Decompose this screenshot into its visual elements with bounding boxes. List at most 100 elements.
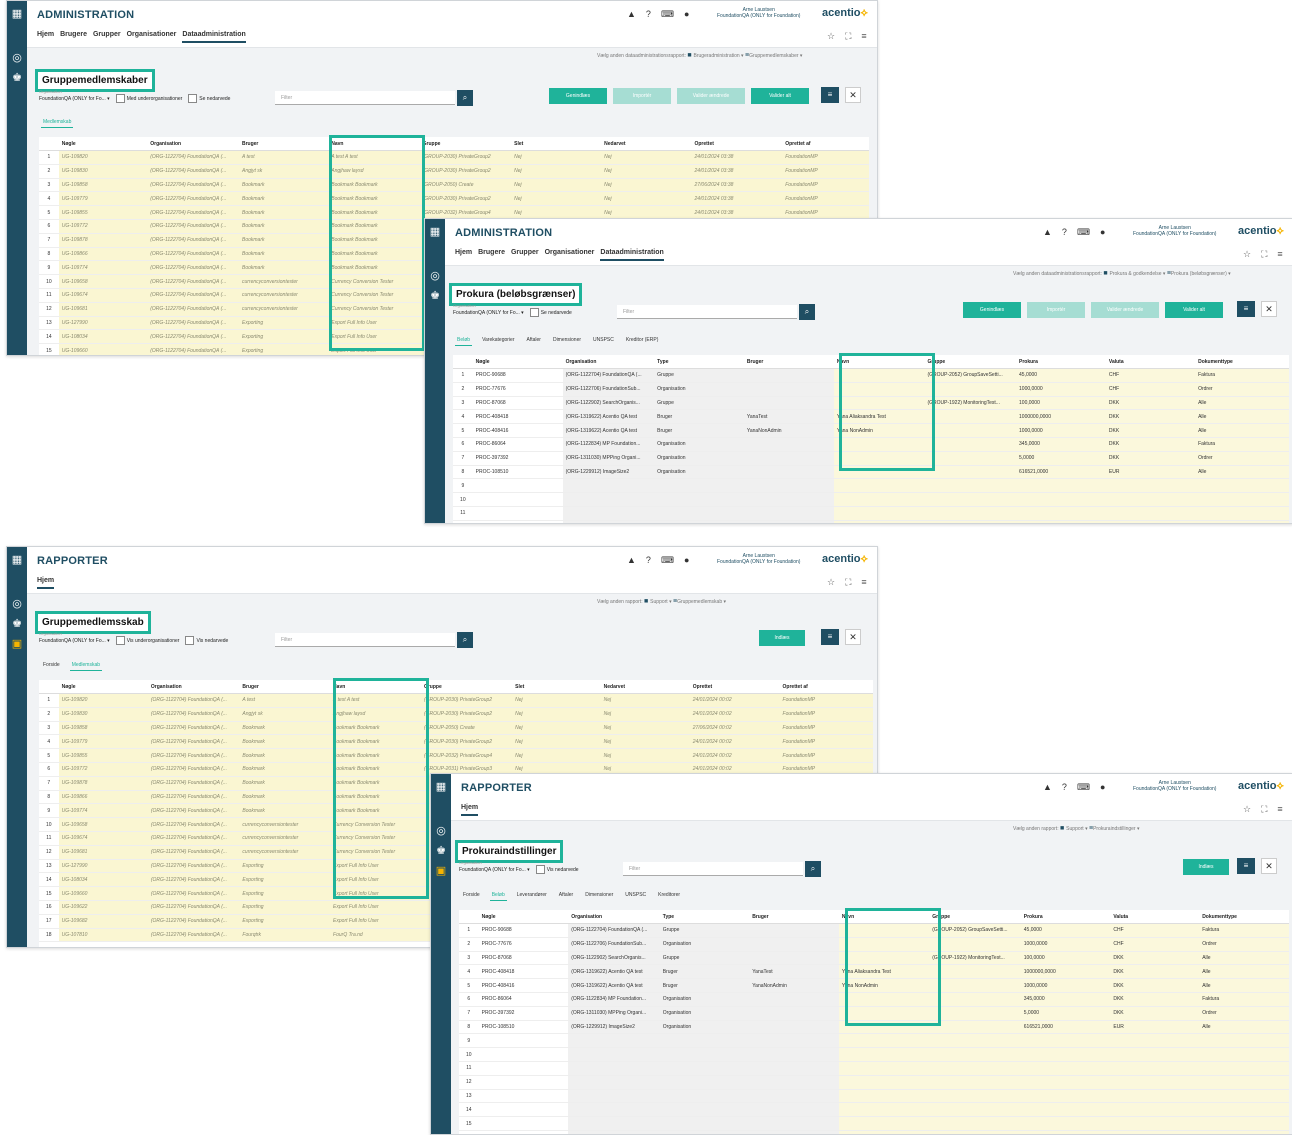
cell-nøgle[interactable]: UG-109858: [58, 721, 148, 736]
column-header-navn[interactable]: Navn: [833, 355, 925, 369]
cell-nøgle[interactable]: UG-107810: [58, 928, 148, 943]
cell-type[interactable]: [659, 1102, 750, 1118]
excel-icon[interactable]: ▣: [10, 637, 24, 651]
cell-nøgle[interactable]: PROC-397392: [472, 451, 563, 466]
cell-navn[interactable]: [838, 1061, 930, 1076]
cell-bruger[interactable]: Bookmark: [239, 762, 331, 777]
cell-dokumenttype[interactable]: Faktura: [1195, 368, 1289, 383]
menu-icon[interactable]: ≡: [1277, 804, 1282, 814]
cell-gruppe[interactable]: [924, 409, 1017, 425]
cell-gruppe[interactable]: [924, 492, 1017, 507]
tab-varekategorier[interactable]: Varekategorier: [480, 335, 516, 345]
cell-type[interactable]: Organisation: [654, 437, 744, 452]
cell-organisation[interactable]: (ORG-1229912) ImageSize2: [568, 1020, 660, 1035]
cell-bruger[interactable]: [743, 437, 834, 452]
cell-gruppe[interactable]: [924, 478, 1017, 494]
cell-valuta[interactable]: DKK: [1105, 437, 1196, 452]
cell-nøgle[interactable]: [478, 1033, 569, 1049]
cell-navn[interactable]: Yana Aliaksandra Test: [833, 409, 925, 425]
cell-gruppe[interactable]: (GROUP-1922) MonitoringTest...: [924, 396, 1017, 411]
cell-oprettet[interactable]: 24/01/2024 03:38: [691, 191, 783, 207]
cell-nøgle[interactable]: [478, 1102, 569, 1118]
cell-nøgle[interactable]: [472, 506, 563, 521]
checkbox-1[interactable]: [185, 636, 195, 645]
cell-navn[interactable]: [833, 451, 925, 466]
cell-oprettet-af[interactable]: FoundationMP: [779, 707, 873, 722]
report-category-select[interactable]: Prokura & godkendelse: [1110, 271, 1162, 277]
cell-organisation[interactable]: (ORG-1122704) FoundationQA (...: [147, 302, 239, 317]
cell-nøgle[interactable]: UG-109660: [58, 343, 148, 355]
apps-icon[interactable]: ▦: [428, 225, 442, 239]
cell-prokura[interactable]: 616521,0000: [1020, 1020, 1111, 1035]
cell-bruger[interactable]: Exporting: [239, 900, 331, 915]
cell-organisation[interactable]: (ORG-1122704) FoundationQA (...: [147, 845, 240, 860]
cell-type[interactable]: Bruger: [654, 423, 744, 438]
cell-type[interactable]: Gruppe: [654, 396, 744, 411]
action-button-valider-alt[interactable]: Valider alt: [1165, 302, 1223, 318]
cell-navn[interactable]: Bookmark Bookmark: [328, 233, 420, 248]
table-row[interactable]: 8 PROC-108510 (ORG-1229912) ImageSize2 Orga…: [453, 465, 1289, 480]
cell-nøgle[interactable]: UG-109774: [58, 260, 148, 276]
cell-navn[interactable]: Currency Conversion Tester: [330, 817, 421, 832]
cell-organisation[interactable]: (ORG-1122704) FoundationQA (...: [147, 776, 240, 791]
cell-nøgle[interactable]: UG-108034: [58, 872, 148, 888]
cell-dokumenttype[interactable]: [1199, 1116, 1289, 1131]
cell-nøgle[interactable]: UG-109830: [58, 707, 148, 722]
cell-nøgle[interactable]: PROC-408416: [472, 423, 563, 438]
cell-nøgle[interactable]: [478, 1116, 569, 1131]
cell-oprettet-af[interactable]: FoundationMP: [779, 748, 873, 763]
star-icon[interactable]: ☆: [827, 577, 835, 587]
cell-navn[interactable]: Bookmark Bookmark: [328, 260, 420, 276]
more-menu-button[interactable]: ≡: [1237, 301, 1255, 317]
cell-nøgle[interactable]: UG-109774: [58, 803, 148, 819]
cell-bruger[interactable]: [743, 382, 834, 397]
cell-bruger[interactable]: Bookmark: [238, 247, 329, 262]
cell-valuta[interactable]: [1105, 520, 1196, 523]
cell-navn[interactable]: Currency Conversion Tester: [328, 288, 420, 303]
cell-bruger[interactable]: Exporting: [238, 343, 329, 355]
cell-dokumenttype[interactable]: Alle: [1195, 423, 1289, 438]
column-header-prokura[interactable]: Prokura: [1020, 910, 1111, 924]
cell-nøgle[interactable]: [478, 1061, 569, 1076]
cell-bruger[interactable]: Exporting: [239, 872, 331, 888]
cell-nøgle[interactable]: UG-109866: [58, 790, 148, 805]
cell-type[interactable]: [659, 1089, 750, 1104]
cell-bruger[interactable]: [743, 492, 834, 507]
cell-organisation[interactable]: (ORG-1122704) FoundationQA (...: [147, 343, 239, 355]
table-row[interactable]: 11: [459, 1061, 1289, 1076]
action-button-valider-alt[interactable]: Valider alt: [751, 88, 809, 104]
cell-nøgle[interactable]: PROC-90688: [472, 368, 563, 383]
cell-gruppe[interactable]: (GROUP-2052) GroupSaveSetti...: [929, 923, 1021, 938]
cell-bruger[interactable]: [743, 396, 834, 411]
cell-valuta[interactable]: DKK: [1105, 396, 1196, 411]
cell-organisation[interactable]: (ORG-1311030) MPPing Organi...: [568, 1006, 660, 1021]
cell-navn[interactable]: Export Full Info User: [330, 872, 421, 888]
column-header-nedarvet[interactable]: Nedarvet: [600, 680, 690, 694]
cell-dokumenttype[interactable]: Ordrer: [1195, 451, 1289, 466]
cell-navn[interactable]: [833, 478, 925, 494]
cell-bruger[interactable]: Bookmark: [239, 734, 331, 750]
cell-bruger[interactable]: Fourqtrk: [239, 928, 331, 943]
user-info[interactable]: Arne Laustsen FoundationQA (ONLY for Foun…: [1133, 780, 1216, 792]
cell-nøgle[interactable]: UG-109681: [58, 302, 148, 317]
cell-bruger[interactable]: [749, 1047, 839, 1062]
cell-bruger[interactable]: Bookmark: [239, 721, 331, 736]
cell-prokura[interactable]: [1016, 506, 1106, 521]
cell-navn[interactable]: Bookmark Bookmark: [330, 762, 421, 777]
nav-item-organisationer[interactable]: Organisationer: [127, 31, 177, 41]
nav-item-brugere[interactable]: Brugere: [60, 31, 87, 41]
search-button[interactable]: ⌕: [457, 632, 473, 648]
action-button-genindlæs[interactable]: Genindlæs: [963, 302, 1021, 318]
cell-oprettet[interactable]: 27/06/2024 03:38: [691, 178, 783, 193]
report-category-select[interactable]: Support: [1066, 826, 1084, 832]
action-button-valider-ændrede[interactable]: Valider ændrede: [677, 88, 745, 104]
table-row[interactable]: 6 PROC-86064 (ORG-1122834) MP Foundation..…: [459, 992, 1289, 1007]
table-row[interactable]: 7 PROC-397392 (ORG-1311030) MPPing Organi.…: [453, 451, 1289, 466]
cell-navn[interactable]: [833, 520, 925, 523]
table-row[interactable]: 7 PROC-397392 (ORG-1311030) MPPing Organi.…: [459, 1006, 1289, 1021]
cell-bruger[interactable]: [749, 1075, 839, 1090]
table-row[interactable]: 3 PROC-87068 (ORG-1122902) SearchOrganis..…: [459, 951, 1289, 966]
cell-organisation[interactable]: (ORG-1122704) FoundationQA (...: [147, 872, 240, 888]
cell-organisation[interactable]: (ORG-1122704) FoundationQA (...: [147, 329, 239, 345]
keyboard-icon[interactable]: ⌨: [1077, 227, 1090, 237]
